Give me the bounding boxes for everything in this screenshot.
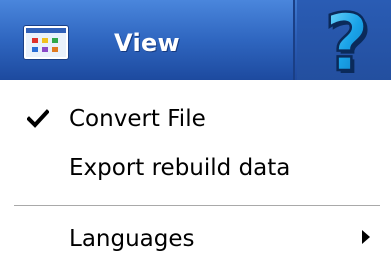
view-dropdown-menu: Convert File Export rebuild data Languag…: [0, 80, 391, 263]
view-menu-label: View: [114, 29, 181, 57]
view-menu-button[interactable]: View: [0, 0, 295, 80]
help-question-icon: ? ?: [323, 4, 373, 78]
menu-bar: View ? ?: [0, 0, 391, 80]
app-window: View ? ? Convert File Export rebuild dat…: [0, 0, 391, 263]
svg-text:?: ?: [324, 4, 369, 78]
help-button[interactable]: ? ?: [297, 0, 391, 80]
menu-item-label: Languages: [69, 226, 195, 252]
window-grid-icon: [24, 26, 68, 59]
menu-item-languages[interactable]: Languages: [0, 217, 391, 261]
menu-item-label: Convert File: [69, 106, 206, 132]
submenu-arrow-icon: [362, 230, 370, 244]
menu-item-label: Export rebuild data: [69, 155, 291, 181]
checkmark-icon: [27, 109, 49, 128]
menu-item-export-rebuild-data[interactable]: Export rebuild data: [0, 146, 391, 190]
menu-separator: [14, 205, 380, 207]
menu-item-convert-file[interactable]: Convert File: [0, 97, 391, 141]
